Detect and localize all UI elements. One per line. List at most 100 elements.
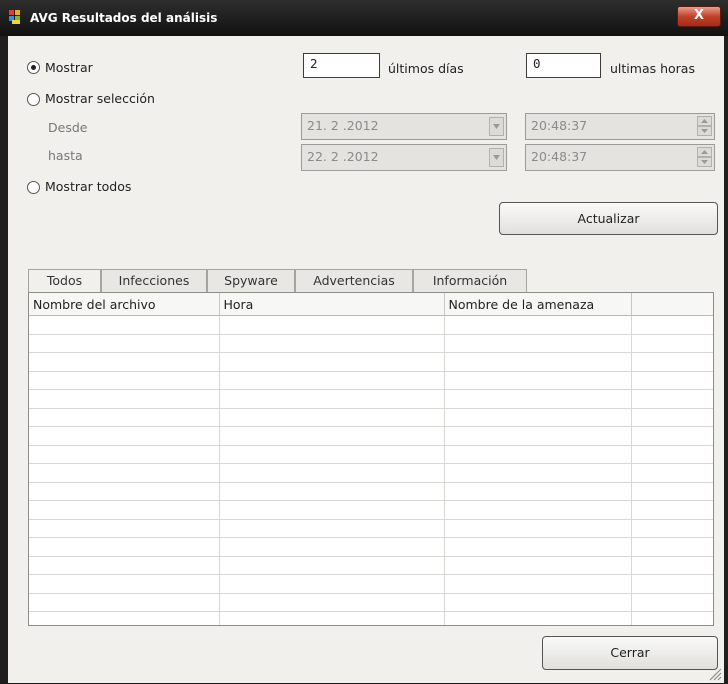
table-cell bbox=[444, 593, 632, 612]
from-time-spin-buttons[interactable] bbox=[697, 116, 712, 137]
show-all-label: Mostrar todos bbox=[45, 179, 132, 194]
close-window-button[interactable]: X bbox=[677, 6, 721, 27]
to-time-value: 20:48:37 bbox=[531, 149, 588, 164]
table-cell bbox=[631, 463, 713, 483]
resize-grip-icon[interactable] bbox=[706, 665, 722, 681]
table-row bbox=[29, 482, 713, 501]
column-header-file-name[interactable]: Nombre del archivo bbox=[29, 293, 220, 316]
close-button[interactable]: Cerrar bbox=[542, 636, 718, 670]
table-cell bbox=[631, 334, 713, 353]
from-time-spinner[interactable]: 20:48:37 bbox=[525, 113, 715, 140]
chevron-down-icon bbox=[493, 155, 500, 160]
chevron-down-icon bbox=[493, 124, 500, 129]
table-cell bbox=[444, 389, 632, 409]
table-cell bbox=[219, 593, 445, 612]
table-cell bbox=[631, 593, 713, 612]
table-row bbox=[29, 537, 713, 557]
column-header-extra[interactable] bbox=[631, 293, 713, 316]
table-cell bbox=[219, 334, 445, 353]
spin-up-icon[interactable] bbox=[697, 116, 712, 126]
table-cell bbox=[631, 371, 713, 390]
to-label: hasta bbox=[48, 148, 83, 163]
table-row bbox=[29, 371, 713, 390]
table-cell bbox=[29, 556, 220, 575]
days-label: últimos días bbox=[388, 61, 464, 76]
spin-down-icon[interactable] bbox=[697, 126, 712, 136]
table-row bbox=[29, 574, 713, 594]
table-row bbox=[29, 334, 713, 353]
table-cell bbox=[631, 556, 713, 575]
table-cell bbox=[444, 574, 632, 594]
show-selection-radio[interactable] bbox=[27, 93, 40, 106]
spin-down-icon[interactable] bbox=[697, 157, 712, 167]
table-cell bbox=[219, 500, 445, 520]
table-row bbox=[29, 519, 713, 538]
days-input[interactable]: 2 bbox=[303, 53, 380, 78]
table-cell bbox=[29, 463, 220, 483]
tab-spyware[interactable]: Spyware bbox=[207, 269, 295, 292]
to-time-spinner[interactable]: 20:48:37 bbox=[525, 144, 715, 171]
table-cell bbox=[219, 519, 445, 538]
table-cell bbox=[219, 611, 445, 625]
to-date-dropdown-button[interactable] bbox=[489, 148, 504, 167]
table-cell bbox=[444, 519, 632, 538]
dialog-content: Mostrar 2 últimos días 0 ultimas horas M… bbox=[8, 36, 724, 683]
avg-logo-icon bbox=[8, 9, 24, 25]
table-cell bbox=[219, 463, 445, 483]
table-cell bbox=[29, 334, 220, 353]
table-cell bbox=[219, 371, 445, 390]
table-row bbox=[29, 352, 713, 372]
table-cell bbox=[29, 537, 220, 557]
show-last-radio[interactable] bbox=[27, 61, 40, 74]
table-cell bbox=[29, 389, 220, 409]
table-cell bbox=[631, 574, 713, 594]
table-row bbox=[29, 426, 713, 446]
table-row bbox=[29, 500, 713, 520]
table-cell bbox=[444, 500, 632, 520]
refresh-button[interactable]: Actualizar bbox=[499, 202, 718, 235]
tab-infecciones[interactable]: Infecciones bbox=[101, 269, 207, 292]
show-all-radio[interactable] bbox=[27, 181, 40, 194]
results-table[interactable]: Nombre del archivo Hora Nombre de la ame… bbox=[28, 292, 714, 626]
table-cell bbox=[444, 445, 632, 464]
title-bar[interactable]: AVG Resultados del análisis X bbox=[0, 0, 728, 36]
tab-advertencias[interactable]: Advertencias bbox=[295, 269, 413, 292]
table-cell bbox=[444, 556, 632, 575]
from-date-picker[interactable]: 21. 2 .2012 bbox=[301, 113, 507, 140]
table-cell bbox=[219, 408, 445, 427]
table-cell bbox=[444, 334, 632, 353]
table-cell bbox=[631, 389, 713, 409]
table-cell bbox=[631, 537, 713, 557]
to-date-picker[interactable]: 22. 2 .2012 bbox=[301, 144, 507, 171]
column-header-time[interactable]: Hora bbox=[219, 293, 445, 316]
table-row bbox=[29, 445, 713, 464]
table-cell bbox=[444, 315, 632, 335]
tab-informacion[interactable]: Información bbox=[413, 269, 527, 292]
table-cell bbox=[219, 537, 445, 557]
tab-todos[interactable]: Todos bbox=[28, 269, 101, 293]
from-date-dropdown-button[interactable] bbox=[489, 117, 504, 136]
table-cell bbox=[631, 519, 713, 538]
table-cell bbox=[444, 463, 632, 483]
table-row bbox=[29, 556, 713, 575]
table-cell bbox=[444, 408, 632, 427]
table-cell bbox=[631, 482, 713, 501]
table-cell bbox=[444, 611, 632, 625]
table-cell bbox=[631, 500, 713, 520]
table-cell bbox=[631, 445, 713, 464]
table-cell bbox=[631, 408, 713, 427]
to-time-spin-buttons[interactable] bbox=[697, 147, 712, 168]
table-cell bbox=[29, 519, 220, 538]
column-header-threat-name[interactable]: Nombre de la amenaza bbox=[444, 293, 632, 316]
table-cell bbox=[444, 537, 632, 557]
table-row bbox=[29, 408, 713, 427]
table-cell bbox=[219, 352, 445, 372]
from-time-value: 20:48:37 bbox=[531, 118, 588, 133]
hours-input[interactable]: 0 bbox=[526, 53, 601, 78]
close-icon: X bbox=[693, 8, 705, 23]
table-cell bbox=[29, 352, 220, 372]
table-row bbox=[29, 315, 713, 335]
spin-up-icon[interactable] bbox=[697, 147, 712, 157]
window: AVG Resultados del análisis X Mostrar 2 … bbox=[0, 0, 728, 683]
from-label: Desde bbox=[48, 120, 88, 135]
